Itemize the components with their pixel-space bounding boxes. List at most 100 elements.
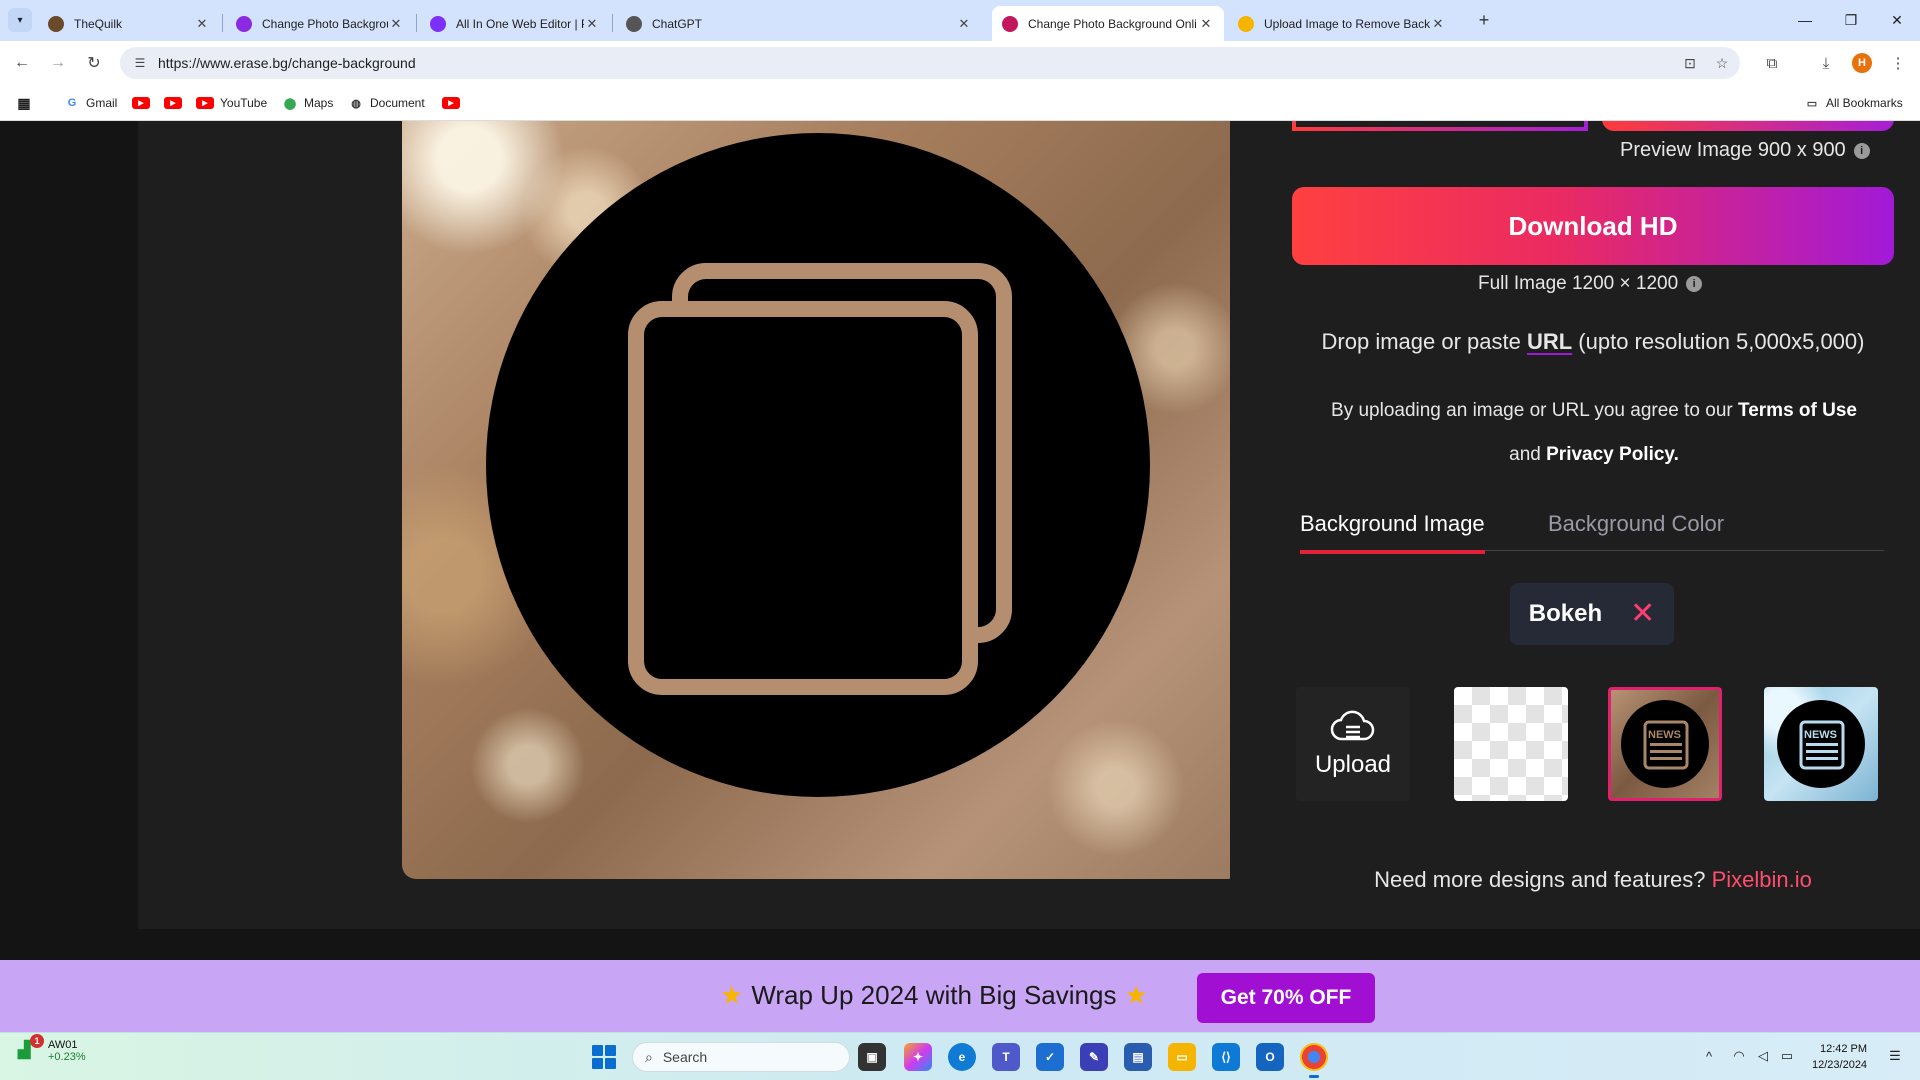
tab-change-photo-background[interactable]: Change Photo Background - Ba ✕ bbox=[226, 6, 414, 41]
bookmark-document[interactable]: ◍ Document bbox=[348, 94, 425, 112]
background-tabs: Background Image Background Color bbox=[1300, 511, 1884, 554]
tab-thequilk[interactable]: TheQuilk ✕ bbox=[38, 6, 220, 41]
forward-icon[interactable]: → bbox=[46, 51, 70, 75]
notifications-icon[interactable]: ☰ bbox=[1886, 1047, 1904, 1065]
all-bookmarks[interactable]: ▭ All Bookmarks bbox=[1804, 94, 1903, 112]
system-clock[interactable]: 12:42 PM 12/23/2024 bbox=[1812, 1041, 1867, 1073]
tab-label: TheQuilk bbox=[74, 16, 123, 31]
promo-message: ★ Wrap Up 2024 with Big Savings ★ bbox=[720, 980, 1148, 1011]
stock-widget[interactable]: ▟ 1 AW01 +0.23% bbox=[18, 1034, 86, 1063]
editor-app-icon[interactable]: ✎ bbox=[1080, 1043, 1108, 1071]
full-image-info: Full Image 1200 × 1200 i bbox=[1478, 273, 1703, 295]
close-tab-icon[interactable]: ✕ bbox=[1198, 16, 1214, 32]
close-tab-icon[interactable]: ✕ bbox=[956, 16, 972, 32]
download-hd-button[interactable]: Download HD bbox=[1292, 187, 1894, 265]
url-text[interactable]: https://www.erase.bg/change-background bbox=[158, 55, 416, 71]
apps-grid-icon[interactable]: ▦ bbox=[16, 94, 38, 112]
privacy-policy-link[interactable]: Privacy Policy. bbox=[1546, 444, 1679, 465]
edge-icon[interactable]: e bbox=[948, 1043, 976, 1071]
menu-kebab-icon[interactable]: ⋮ bbox=[1886, 51, 1910, 75]
tab-chatgpt[interactable]: ChatGPT ✕ bbox=[616, 6, 982, 41]
address-bar[interactable]: ☰ https://www.erase.bg/change-background… bbox=[120, 47, 1740, 79]
terms-of-use-link[interactable]: Terms of Use bbox=[1738, 400, 1857, 421]
taskbar-search[interactable]: ⌕ Search bbox=[632, 1042, 850, 1072]
upload-favicon-icon bbox=[1238, 15, 1254, 32]
info-icon[interactable]: i bbox=[1853, 142, 1870, 159]
downloads-icon[interactable]: ⤓ bbox=[1814, 51, 1838, 75]
promo-banner: ★ Wrap Up 2024 with Big Savings ★ Get 70… bbox=[0, 960, 1920, 1032]
tab-search-button[interactable]: ▾ bbox=[8, 8, 32, 32]
tab-upload-image[interactable]: Upload Image to Remove Backg ✕ bbox=[1228, 6, 1456, 41]
blue-bokeh-background-thumb[interactable]: NEWS bbox=[1764, 687, 1878, 801]
volume-icon[interactable]: ◁ bbox=[1754, 1047, 1772, 1065]
transparent-background-thumb[interactable] bbox=[1454, 687, 1568, 801]
bokeh-background-thumb-selected[interactable]: NEWS bbox=[1608, 687, 1722, 801]
outlined-action-button[interactable] bbox=[1292, 121, 1588, 131]
terms-prefix: By uploading an image or URL you agree t… bbox=[1331, 400, 1739, 421]
cloud-upload-icon bbox=[1330, 710, 1375, 741]
close-tab-icon[interactable]: ✕ bbox=[388, 16, 404, 32]
picsart-favicon-icon bbox=[430, 15, 446, 32]
file-explorer-icon[interactable]: ▭ bbox=[1168, 1043, 1196, 1071]
extensions-icon[interactable]: ⧉ bbox=[1760, 51, 1784, 75]
newspaper-icon: NEWS bbox=[1643, 720, 1689, 770]
tab-background-image[interactable]: Background Image bbox=[1300, 511, 1485, 554]
get-discount-button[interactable]: Get 70% OFF bbox=[1197, 973, 1375, 1023]
tab-label: Change Photo Background - Ba bbox=[262, 16, 388, 31]
clock-time: 12:42 PM bbox=[1819, 1043, 1868, 1055]
thumb-news-text: NEWS bbox=[1804, 729, 1837, 741]
copilot-icon[interactable]: ✦ bbox=[904, 1043, 932, 1071]
close-tab-icon[interactable]: ✕ bbox=[584, 16, 600, 32]
install-app-icon[interactable]: ⊡ bbox=[1680, 53, 1700, 73]
editor-controls-panel: Preview Image 900 x 900 i Download HD Ful… bbox=[1230, 121, 1920, 929]
chip-label: Bokeh bbox=[1528, 600, 1603, 627]
close-tab-icon[interactable]: ✕ bbox=[1430, 16, 1446, 32]
reload-icon[interactable]: ↻ bbox=[82, 51, 106, 75]
folder-icon: ▭ bbox=[1806, 97, 1818, 110]
pixelbin-link[interactable]: Pixelbin.io bbox=[1712, 867, 1812, 892]
bookmark-maps[interactable]: ⬤ Maps bbox=[282, 94, 334, 112]
category-chip[interactable]: Bokeh ✕ bbox=[1510, 583, 1674, 645]
site-info-icon[interactable]: ☰ bbox=[132, 55, 148, 71]
profile-avatar[interactable]: H bbox=[1852, 53, 1872, 73]
close-tab-icon[interactable]: ✕ bbox=[194, 16, 210, 32]
newspaper-icon: NEWS bbox=[1799, 720, 1845, 770]
task-view-icon[interactable]: ▣ bbox=[858, 1043, 886, 1071]
restore-icon[interactable]: ❐ bbox=[1828, 6, 1874, 34]
teams-icon[interactable]: T bbox=[992, 1043, 1020, 1071]
thequilk-favicon-icon bbox=[48, 15, 64, 32]
battery-icon[interactable]: ▭ bbox=[1778, 1047, 1796, 1065]
store-icon[interactable]: ▤ bbox=[1124, 1043, 1152, 1071]
outlook-icon[interactable]: O bbox=[1256, 1043, 1284, 1071]
bookmark-youtube-3[interactable]: ▶ bbox=[442, 94, 466, 112]
upload-background-button[interactable]: Upload bbox=[1296, 687, 1410, 801]
chatgpt-favicon-icon bbox=[626, 15, 642, 32]
paste-url-link[interactable]: URL bbox=[1527, 329, 1572, 354]
back-icon[interactable]: ← bbox=[10, 51, 34, 75]
tab-erase-bg-active[interactable]: Change Photo Background Onli ✕ bbox=[992, 6, 1224, 41]
stock-change: +0.23% bbox=[48, 1051, 86, 1063]
bookmark-youtube-1[interactable]: ▶ bbox=[132, 94, 156, 112]
thumb-news-text: NEWS bbox=[1648, 729, 1681, 741]
bookmark-gmail[interactable]: G Gmail bbox=[64, 94, 118, 112]
clear-category-icon[interactable]: ✕ bbox=[1630, 599, 1655, 629]
close-window-icon[interactable]: ✕ bbox=[1874, 6, 1920, 34]
chrome-icon[interactable] bbox=[1300, 1043, 1328, 1078]
tab-strip: ▾ TheQuilk ✕ Change Photo Background - B… bbox=[0, 0, 1920, 41]
wifi-icon[interactable]: ◠ bbox=[1730, 1047, 1748, 1065]
info-icon[interactable]: i bbox=[1686, 275, 1703, 292]
bookmark-star-icon[interactable]: ☆ bbox=[1712, 53, 1732, 73]
bookmark-youtube[interactable]: ▶ YouTube bbox=[196, 94, 267, 112]
show-hidden-icons-icon[interactable]: ^ bbox=[1700, 1047, 1718, 1065]
new-tab-button[interactable]: + bbox=[1472, 8, 1496, 32]
newspaper-icon: NEWS bbox=[628, 263, 1012, 695]
bookmark-label: Document bbox=[370, 96, 425, 110]
todo-icon[interactable]: ✓ bbox=[1036, 1043, 1064, 1071]
vscode-icon[interactable]: ⟨⟩ bbox=[1212, 1043, 1240, 1071]
tab-picsart-editor[interactable]: All In One Web Editor | Picsart ✕ bbox=[420, 6, 610, 41]
windows-start-icon[interactable] bbox=[592, 1045, 616, 1069]
filled-action-button[interactable] bbox=[1602, 121, 1894, 131]
minimize-icon[interactable]: — bbox=[1782, 6, 1828, 34]
tab-background-color[interactable]: Background Color bbox=[1548, 511, 1724, 547]
bookmark-youtube-2[interactable]: ▶ bbox=[164, 94, 188, 112]
